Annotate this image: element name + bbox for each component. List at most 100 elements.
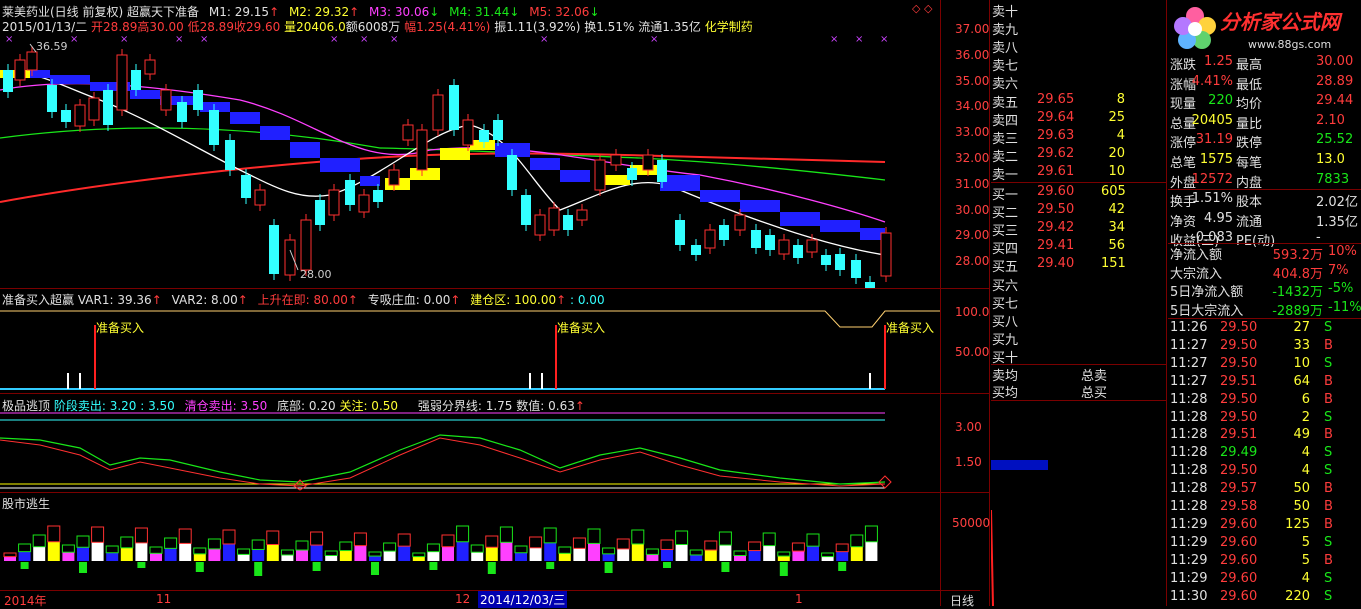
buy-level: 买三 xyxy=(992,224,1019,240)
tick-row[interactable]: 11:27 29.50 10 S xyxy=(1168,356,1361,374)
buy-row[interactable]: 买八 xyxy=(991,311,1167,330)
formula-name[interactable]: 超赢天下准备 xyxy=(127,5,199,19)
buy-row[interactable]: 买五 29.40 151 xyxy=(991,256,1167,275)
buy-row[interactable]: 买六 xyxy=(991,275,1167,294)
tick-row[interactable]: 11:28 29.49 4 S xyxy=(1168,445,1361,463)
tick-row[interactable]: 11:28 29.58 50 B xyxy=(1168,499,1361,517)
volume-bar xyxy=(704,550,717,561)
tick-row[interactable]: 11:27 29.51 64 B xyxy=(1168,374,1361,392)
volume-bar xyxy=(91,542,104,561)
tick-row[interactable]: 11:28 29.50 4 S xyxy=(1168,463,1361,481)
quote-label: 总笔 xyxy=(1170,156,1197,171)
sell-row[interactable]: 卖四 29.64 25 xyxy=(991,110,1167,129)
candle xyxy=(131,70,141,90)
stock-title[interactable]: 莱美药业(日线 前复权) xyxy=(2,5,123,19)
volume-bar xyxy=(573,548,586,561)
tick-side: B xyxy=(1324,481,1333,497)
quote-label-2: 均价 xyxy=(1236,97,1263,113)
escape-market-panel[interactable] xyxy=(0,505,940,587)
y-axis-label: 34.00 xyxy=(955,99,990,114)
tick-row[interactable]: 11:27 29.50 33 B xyxy=(1168,338,1361,356)
volume-outline xyxy=(324,550,338,556)
volume-outline xyxy=(237,548,251,555)
sell-row[interactable]: 卖一 29.61 10 xyxy=(991,164,1167,183)
candle xyxy=(627,168,637,180)
y-axis-border xyxy=(940,0,941,606)
buy-row[interactable]: 买十 xyxy=(991,347,1167,366)
sell-level: 卖二 xyxy=(992,149,1019,165)
tick-row[interactable]: 11:26 29.50 27 S xyxy=(1168,320,1361,338)
sell-row[interactable]: 卖十 xyxy=(991,1,1167,20)
tick-time: 11:27 xyxy=(1170,355,1208,371)
tick-row[interactable]: 11:28 29.50 2 S xyxy=(1168,410,1361,428)
tick-row[interactable]: 11:29 29.60 125 B xyxy=(1168,517,1361,535)
neg-bar xyxy=(371,562,379,575)
flow-value: -2889万 xyxy=(1272,303,1323,319)
volume-outline xyxy=(251,539,265,550)
buy-row[interactable]: 买七 xyxy=(991,293,1167,312)
tick-row[interactable]: 11:29 29.60 4 S xyxy=(1168,571,1361,589)
flow-row: 大宗流入 404.8万 7% xyxy=(1168,263,1361,282)
sell-row[interactable]: 卖七 xyxy=(991,55,1167,74)
volume-outline xyxy=(280,549,294,556)
volume-outline xyxy=(120,536,134,549)
volume-bar xyxy=(807,546,819,561)
sell-row[interactable]: 卖八 xyxy=(991,37,1167,56)
quote-label-2: 内盘 xyxy=(1236,175,1263,191)
candle xyxy=(269,225,279,274)
avg-buy-label: 买均 xyxy=(992,386,1019,401)
order-book[interactable]: 卖十 卖九 卖八 卖七 卖六 卖五 29.65 8 卖四 29.64 25 卖三 29.63 4 卖二 29.… xyxy=(991,0,1167,606)
buy-row[interactable]: 买一 29.60 605 xyxy=(991,184,1167,203)
site-logo[interactable]: 分析家公式网 www.88gs.com xyxy=(1168,0,1361,56)
buy-row[interactable]: 买二 29.50 42 xyxy=(991,202,1167,221)
chart-area[interactable]: 莱美药业(日线 前复权) 超赢天下准备 M1: 29.15↑ M2: 29.32… xyxy=(0,0,980,608)
volume-outline xyxy=(383,542,397,552)
volume-outline xyxy=(456,525,470,543)
tick-time: 11:28 xyxy=(1170,499,1208,514)
ma3-label: M3: 30.06 xyxy=(369,5,430,19)
tick-row[interactable]: 11:30 29.60 220 S xyxy=(1168,589,1361,607)
period-tab[interactable]: 日线 xyxy=(950,592,974,609)
tick-price: 29.50 xyxy=(1220,355,1258,371)
tick-row[interactable]: 11:28 29.57 50 B xyxy=(1168,481,1361,499)
tick-price: 29.57 xyxy=(1220,481,1258,497)
candlestick-chart[interactable]: × × × × × × × × × × × × × 36.59 28.00 xyxy=(0,30,940,288)
tick-price: 29.51 xyxy=(1220,373,1258,389)
tick-side: B xyxy=(1324,427,1333,443)
sell-row[interactable]: 卖三 29.63 4 xyxy=(991,128,1167,147)
buy-level: 买六 xyxy=(992,278,1019,294)
escape-top-panel[interactable] xyxy=(0,410,940,492)
buy-row[interactable]: 买九 xyxy=(991,329,1167,348)
buy-row[interactable]: 买四 29.41 56 xyxy=(991,238,1167,257)
volume-outline xyxy=(426,543,440,553)
candle xyxy=(610,154,622,166)
candle xyxy=(88,97,100,121)
ma4-label: M4: 31.44 xyxy=(449,5,510,19)
tick-row[interactable]: 11:29 29.60 5 S xyxy=(1168,535,1361,553)
tick-row[interactable]: 11:29 29.60 5 B xyxy=(1168,553,1361,571)
sell-row[interactable]: 卖九 xyxy=(991,19,1167,38)
y-axis-label: 28.00 xyxy=(955,254,990,269)
quote-value-2: 13.0 xyxy=(1316,152,1345,167)
quote-value-2: 2.10 xyxy=(1316,112,1345,128)
quote-panel[interactable]: 分析家公式网 www.88gs.com 涨跌 1.25 最高 30.00 涨幅 4.41%… xyxy=(1168,0,1361,606)
sell-row[interactable]: 卖二 29.62 20 xyxy=(991,146,1167,165)
volume-outline xyxy=(616,538,630,550)
candle xyxy=(793,245,803,258)
sell-row[interactable]: 卖五 29.65 8 xyxy=(991,92,1167,111)
candle xyxy=(657,160,667,182)
corner-diamonds[interactable]: ◇ ◇ xyxy=(912,2,932,15)
volume-bar xyxy=(544,542,557,561)
buy-signal-label-2: 准备买入 xyxy=(557,321,606,335)
tick-row[interactable]: 11:28 29.51 49 B xyxy=(1168,427,1361,445)
quote-label: 涨跌 xyxy=(1170,58,1197,73)
y-p2-50: 50.00 xyxy=(955,345,990,359)
candle xyxy=(103,90,113,125)
volume-bars xyxy=(3,525,878,576)
sell-row[interactable]: 卖六 xyxy=(991,73,1167,92)
candle xyxy=(177,102,187,122)
tick-row[interactable]: 11:28 29.50 6 B xyxy=(1168,392,1361,410)
volume-outline xyxy=(748,541,762,552)
buy-row[interactable]: 买三 29.42 34 xyxy=(991,220,1167,240)
tick-time: 11:28 xyxy=(1170,391,1208,407)
